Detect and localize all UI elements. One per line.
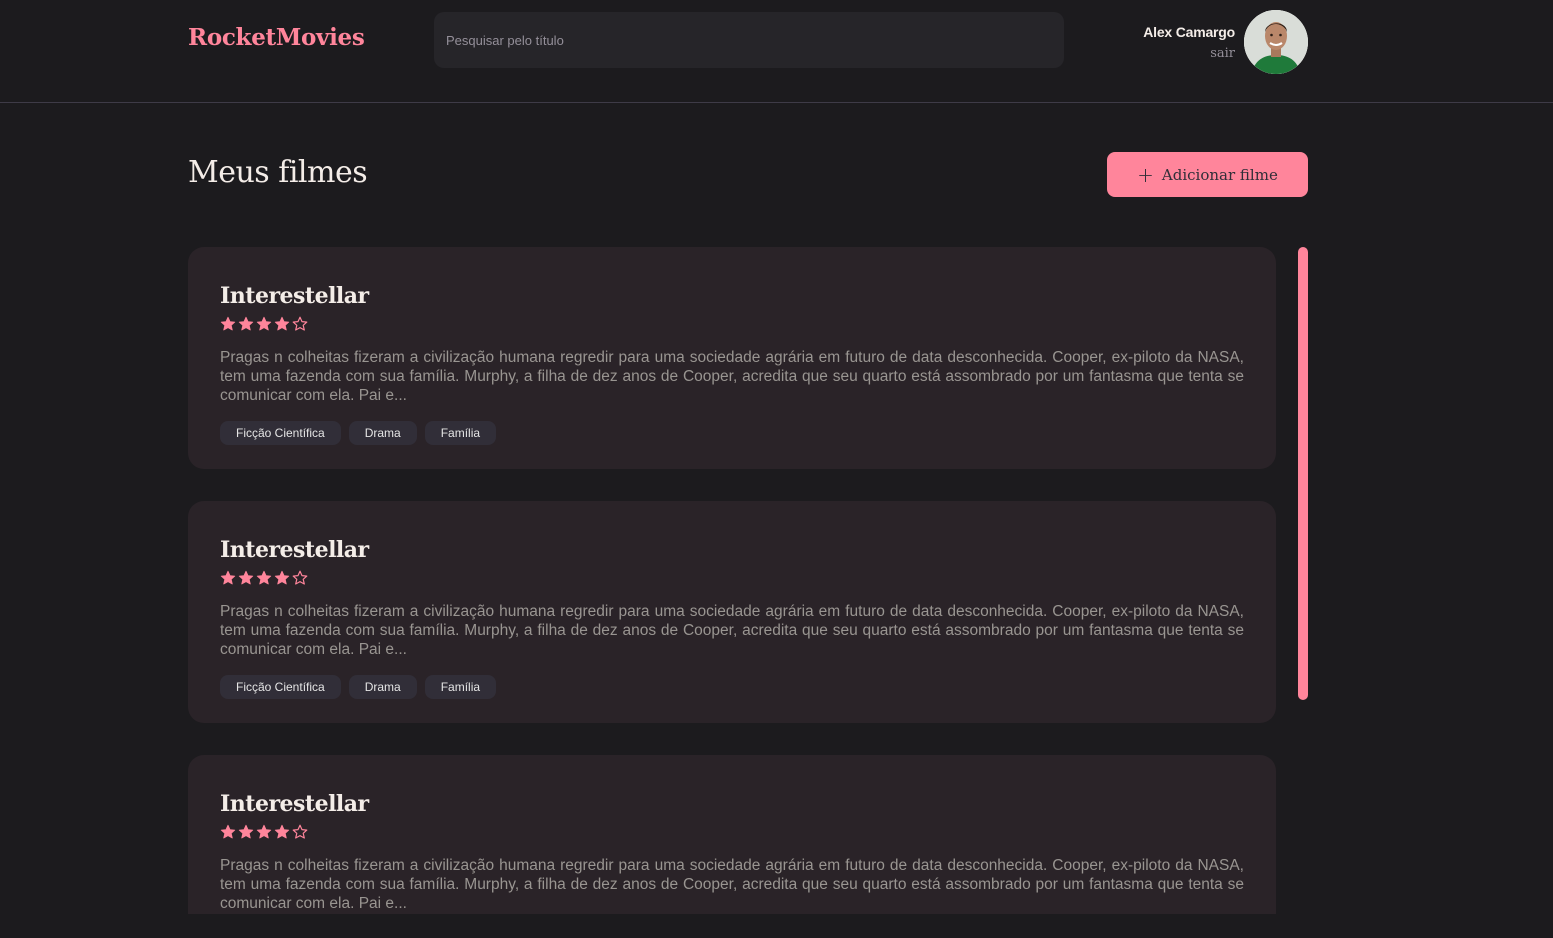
movie-tags: Ficção Científica Drama Família xyxy=(220,421,1244,445)
star-filled-icon xyxy=(238,570,254,585)
movie-title: Interestellar xyxy=(220,283,369,309)
movie-description: Pragas n colheitas fizeram a civilização… xyxy=(220,857,1244,912)
star-filled-icon xyxy=(238,316,254,331)
search-input[interactable] xyxy=(434,12,1064,68)
movie-tag: Drama xyxy=(348,421,417,445)
star-filled-icon xyxy=(220,570,236,585)
profile-name: Alex Camargo xyxy=(1143,24,1235,40)
movie-description: Pragas n colheitas fizeram a civilização… xyxy=(220,603,1244,658)
movie-card[interactable]: Interestellar Pragas n colheitas fizeram … xyxy=(188,247,1276,469)
star-filled-icon xyxy=(274,570,290,585)
star-outline-icon xyxy=(292,824,308,839)
avatar[interactable] xyxy=(1244,10,1308,74)
movie-card[interactable]: Interestellar Pragas n colheitas fizeram … xyxy=(188,755,1276,914)
star-filled-icon xyxy=(256,824,272,839)
movie-title: Interestellar xyxy=(220,791,369,817)
app-header: RocketMovies Alex Camargo sair xyxy=(0,0,1553,103)
app-logo[interactable]: RocketMovies xyxy=(188,24,365,51)
avatar-photo-icon xyxy=(1244,10,1308,74)
movie-card[interactable]: Interestellar Pragas n colheitas fizeram … xyxy=(188,501,1276,723)
add-movie-button[interactable]: + Adicionar filme xyxy=(1107,152,1308,197)
movie-tag: Ficção Científica xyxy=(220,421,341,445)
movie-list[interactable]: Interestellar Pragas n colheitas fizeram … xyxy=(188,247,1276,914)
star-filled-icon xyxy=(256,570,272,585)
plus-icon: + xyxy=(1137,162,1154,187)
star-filled-icon xyxy=(220,316,236,331)
movie-tags: Ficção Científica Drama Família xyxy=(220,675,1244,699)
star-filled-icon xyxy=(256,316,272,331)
star-filled-icon xyxy=(238,824,254,839)
star-outline-icon xyxy=(292,570,308,585)
movie-rating xyxy=(220,316,1244,332)
movie-tag: Família xyxy=(424,675,497,699)
add-movie-button-label: Adicionar filme xyxy=(1161,165,1278,184)
movie-description: Pragas n colheitas fizeram a civilização… xyxy=(220,349,1244,404)
star-filled-icon xyxy=(274,316,290,331)
movie-tag: Drama xyxy=(348,675,417,699)
star-outline-icon xyxy=(292,316,308,331)
page-title: Meus filmes xyxy=(188,155,368,190)
movie-title: Interestellar xyxy=(220,537,369,563)
movie-tag: Família xyxy=(424,421,497,445)
star-filled-icon xyxy=(220,824,236,839)
movie-rating xyxy=(220,824,1244,840)
scrollbar-thumb[interactable] xyxy=(1298,247,1308,700)
logout-link[interactable]: sair xyxy=(1210,46,1235,61)
star-filled-icon xyxy=(274,824,290,839)
movie-tag: Ficção Científica xyxy=(220,675,341,699)
movie-rating xyxy=(220,570,1244,586)
